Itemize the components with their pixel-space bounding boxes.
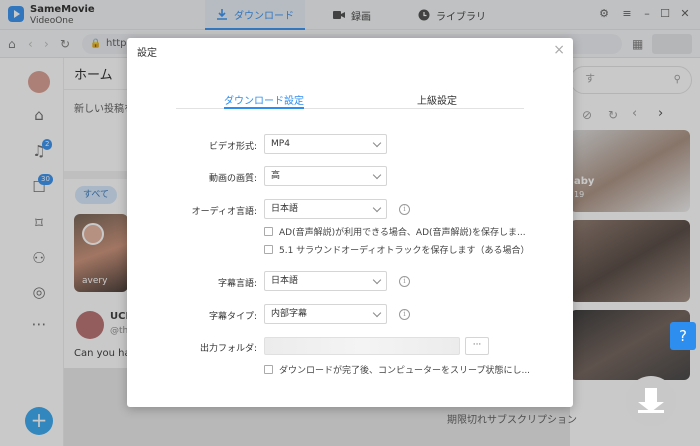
tab-download-settings[interactable]: ダウンロード設定 — [224, 92, 304, 108]
subtitle-language-select[interactable]: 日本語 — [264, 271, 387, 291]
chevron-down-icon — [372, 138, 382, 148]
video-format-select[interactable]: MP4 — [264, 134, 387, 154]
ad-audio-label: AD(音声解説)が利用できる場合、AD(音声解説)を保存しま... — [279, 228, 526, 238]
subtitle-type-value: 内部字幕 — [271, 309, 308, 319]
browse-folder-button[interactable]: ··· — [465, 337, 489, 355]
video-format-value: MP4 — [271, 139, 290, 149]
info-icon[interactable]: i — [399, 309, 410, 320]
chevron-down-icon — [372, 275, 382, 285]
subtitle-type-select[interactable]: 内部字幕 — [264, 304, 387, 324]
subtitle-language-value: 日本語 — [271, 276, 299, 286]
active-tab-indicator — [224, 107, 304, 109]
audio-language-select[interactable]: 日本語 — [264, 199, 387, 219]
video-format-label: ビデオ形式: — [208, 142, 257, 152]
surround-option[interactable]: 5.1 サラウンドオーディオトラックを保存します（ある場合） — [264, 243, 530, 256]
download-float-bar — [638, 410, 664, 413]
download-float-button[interactable] — [626, 376, 676, 426]
video-quality-select[interactable]: 高 — [264, 166, 387, 186]
tab-advanced-settings[interactable]: 上級設定 — [397, 92, 477, 108]
info-icon[interactable]: i — [399, 276, 410, 287]
chevron-down-icon — [372, 203, 382, 213]
audio-language-label: オーディオ言語: — [191, 207, 257, 217]
info-icon[interactable]: i — [399, 204, 410, 215]
settings-dialog: 設定 × ダウンロード設定 上級設定 ビデオ形式: MP4 動画の画質: 高 オ… — [127, 38, 573, 407]
audio-language-value: 日本語 — [271, 204, 299, 214]
output-folder-label: 出力フォルダ: — [199, 344, 257, 354]
ad-audio-option[interactable]: AD(音声解説)が利用できる場合、AD(音声解説)を保存しま... — [264, 225, 526, 238]
sleep-option[interactable]: ダウンロードが完了後、コンピューターをスリープ状態にし... — [264, 363, 530, 376]
close-icon[interactable]: × — [553, 42, 565, 58]
ad-audio-checkbox[interactable] — [264, 227, 273, 236]
chevron-down-icon — [372, 308, 382, 318]
help-icon[interactable]: ? — [670, 322, 696, 350]
subtitle-language-label: 字幕言語: — [217, 279, 257, 289]
surround-checkbox[interactable] — [264, 245, 273, 254]
subtitle-type-label: 字幕タイプ: — [208, 312, 257, 322]
chevron-down-icon — [372, 170, 382, 180]
dialog-title: 設定 — [137, 48, 157, 59]
video-quality-label: 動画の画質: — [208, 174, 257, 184]
video-quality-value: 高 — [271, 171, 281, 181]
output-folder-field[interactable] — [264, 337, 460, 355]
sleep-label: ダウンロードが完了後、コンピューターをスリープ状態にし... — [279, 366, 531, 376]
sleep-checkbox[interactable] — [264, 365, 273, 374]
surround-label: 5.1 サラウンドオーディオトラックを保存します（ある場合） — [279, 246, 530, 256]
